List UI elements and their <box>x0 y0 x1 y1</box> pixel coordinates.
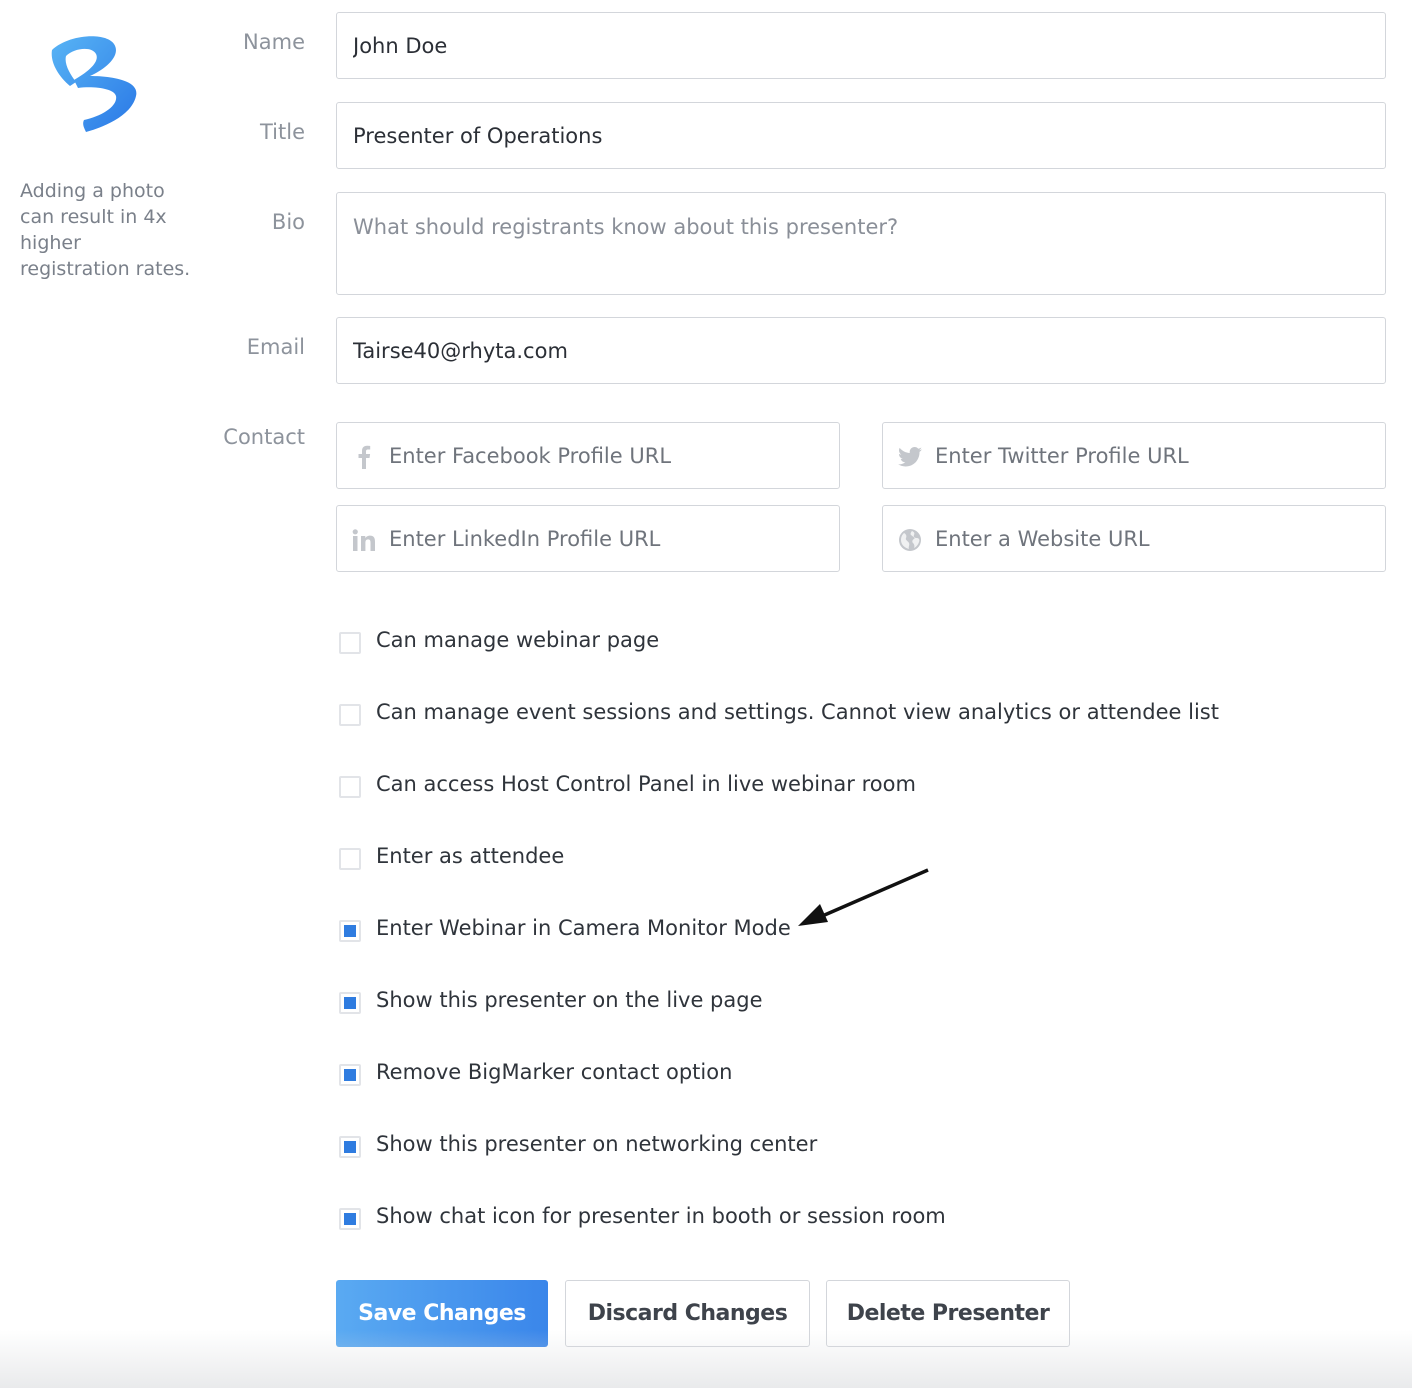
presenter-photo-logo[interactable] <box>44 30 144 138</box>
checkbox-label: Show this presenter on networking center <box>376 1132 818 1156</box>
checkbox-label: Can access Host Control Panel in live we… <box>376 772 916 796</box>
save-changes-button[interactable]: Save Changes <box>336 1280 548 1347</box>
permission-manage-event-sessions[interactable]: Can manage event sessions and settings. … <box>336 694 1219 730</box>
photo-hint-text: Adding a photo can result in 4x higher r… <box>20 180 191 280</box>
checkbox-label: Can manage event sessions and settings. … <box>376 700 1219 724</box>
arrow-annotation-icon <box>798 868 929 926</box>
checkbox-label: Enter Webinar in Camera Monitor Mode <box>376 916 791 940</box>
permission-camera-monitor-mode[interactable]: Enter Webinar in Camera Monitor Mode <box>336 910 791 946</box>
checkbox-label: Remove BigMarker contact option <box>376 1060 733 1084</box>
name-label: Name <box>243 30 305 54</box>
checkbox[interactable] <box>339 704 361 726</box>
checkbox-checked[interactable] <box>339 1208 361 1230</box>
permission-show-on-live-page[interactable]: Show this presenter on the live page <box>336 982 763 1018</box>
contact-label: Contact <box>223 425 305 449</box>
checkbox-label: Can manage webinar page <box>376 628 660 652</box>
facebook-url-input[interactable] <box>389 423 829 488</box>
checkbox-checked[interactable] <box>339 1064 361 1086</box>
email-label: Email <box>246 335 305 359</box>
title-input[interactable] <box>336 102 1386 169</box>
title-label: Title <box>259 120 305 144</box>
twitter-url-field[interactable] <box>882 422 1386 489</box>
linkedin-url-field[interactable] <box>336 505 840 572</box>
checkbox-checked[interactable] <box>339 1136 361 1158</box>
twitter-icon <box>897 444 923 470</box>
checkbox-checked[interactable] <box>339 992 361 1014</box>
bio-label: Bio <box>271 210 305 234</box>
linkedin-icon <box>351 527 377 553</box>
checkbox[interactable] <box>339 776 361 798</box>
website-url-field[interactable] <box>882 505 1386 572</box>
checkbox-label: Enter as attendee <box>376 844 565 868</box>
facebook-url-field[interactable] <box>336 422 840 489</box>
checkbox[interactable] <box>339 632 361 654</box>
linkedin-url-input[interactable] <box>389 506 829 571</box>
facebook-icon <box>351 444 377 470</box>
checkbox-label: Show chat icon for presenter in booth or… <box>376 1204 946 1228</box>
permission-show-on-networking-center[interactable]: Show this presenter on networking center <box>336 1126 817 1162</box>
permission-manage-webinar-page[interactable]: Can manage webinar page <box>336 622 659 658</box>
bigmarker-logo-icon <box>51 36 137 132</box>
globe-icon <box>897 527 923 553</box>
email-input[interactable] <box>336 317 1386 384</box>
permission-remove-contact-option[interactable]: Remove BigMarker contact option <box>336 1054 732 1090</box>
permission-enter-as-attendee[interactable]: Enter as attendee <box>336 838 564 874</box>
name-input[interactable] <box>336 12 1386 79</box>
bio-textarea[interactable] <box>336 192 1386 295</box>
checkbox-checked[interactable] <box>339 920 361 942</box>
permission-show-chat-icon[interactable]: Show chat icon for presenter in booth or… <box>336 1198 946 1234</box>
permission-host-control-panel[interactable]: Can access Host Control Panel in live we… <box>336 766 916 802</box>
website-url-input[interactable] <box>935 506 1375 571</box>
delete-presenter-button[interactable]: Delete Presenter <box>826 1280 1070 1347</box>
discard-changes-button[interactable]: Discard Changes <box>565 1280 810 1347</box>
checkbox-label: Show this presenter on the live page <box>376 988 763 1012</box>
twitter-url-input[interactable] <box>935 423 1375 488</box>
checkbox[interactable] <box>339 848 361 870</box>
